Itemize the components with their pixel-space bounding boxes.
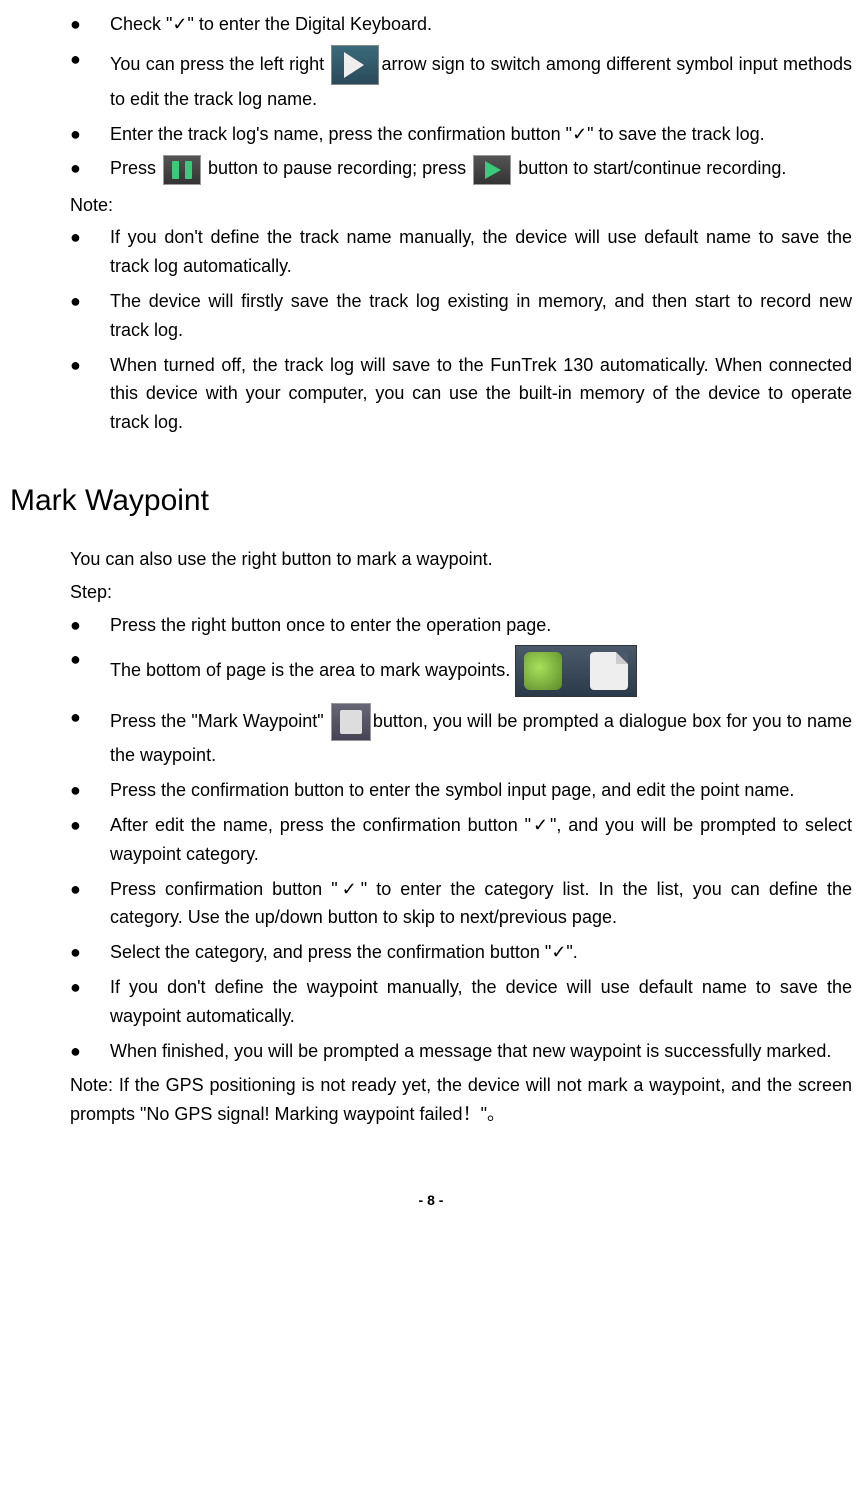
- bullet-default-name: If you don't define the waypoint manuall…: [70, 973, 852, 1031]
- text: After edit the name, press the confirmat…: [110, 815, 531, 835]
- text: Press: [110, 158, 161, 178]
- heading-mark-waypoint: Mark Waypoint: [10, 477, 852, 525]
- text: Press confirmation button ": [110, 879, 338, 899]
- bullet-pause-play: Press button to pause recording; press b…: [70, 154, 852, 184]
- waypoint-bullets: Press the right button once to enter the…: [40, 611, 852, 1066]
- checkmark-icon: ✓: [531, 815, 550, 835]
- waypoint-content: You can also use the right button to mar…: [10, 545, 852, 1129]
- text: " to save the track log.: [587, 124, 764, 144]
- text: " to enter the Digital Keyboard.: [188, 14, 433, 34]
- bullet-symbol-input: Press the confirmation button to enter t…: [70, 776, 852, 805]
- tracklog-bullets: Check "✓" to enter the Digital Keyboard.…: [40, 10, 852, 185]
- bullet-category-list: Press confirmation button "✓" to enter t…: [70, 875, 852, 933]
- text: You can press the left right: [110, 54, 329, 74]
- closing-note: Note: If the GPS positioning is not read…: [40, 1071, 852, 1129]
- intro-text: You can also use the right button to mar…: [40, 545, 852, 574]
- bullet-select-category: Select the category, and press the confi…: [70, 938, 852, 967]
- text: ".: [566, 942, 577, 962]
- bullet-arrow-switch: You can press the left right arrow sign …: [70, 45, 852, 114]
- note-bullet: When turned off, the track log will save…: [70, 351, 852, 437]
- step-label: Step:: [40, 578, 852, 607]
- checkmark-icon: ✓: [551, 942, 566, 962]
- bullet-finished: When finished, you will be prompted a me…: [70, 1037, 852, 1066]
- bullet-save-tracklog: Enter the track log's name, press the co…: [70, 120, 852, 149]
- mark-waypoint-icon: [331, 703, 371, 741]
- document-icon: [590, 652, 628, 690]
- bullet-press-right: Press the right button once to enter the…: [70, 611, 852, 640]
- text: The bottom of page is the area to mark w…: [110, 660, 515, 680]
- bullet-mark-waypoint: Press the "Mark Waypoint" button, you wi…: [70, 703, 852, 770]
- document-page: Check "✓" to enter the Digital Keyboard.…: [0, 0, 862, 1251]
- checkmark-icon: ✓: [572, 124, 587, 144]
- text: button to pause recording; press: [203, 158, 471, 178]
- note-bullet: The device will firstly save the track l…: [70, 287, 852, 345]
- text: Check ": [110, 14, 172, 34]
- text: Select the category, and press the confi…: [110, 942, 551, 962]
- play-icon: [473, 155, 511, 185]
- bullet-after-edit: After edit the name, press the confirmat…: [70, 811, 852, 869]
- bullet-keyboard: Check "✓" to enter the Digital Keyboard.: [70, 10, 852, 39]
- waypoint-pin-icon: [524, 652, 562, 690]
- text: Press the "Mark Waypoint": [110, 711, 329, 731]
- page-number: - 8 -: [10, 1189, 852, 1211]
- checkmark-icon: ✓: [172, 14, 187, 34]
- tracklog-note-bullets: If you don't define the track name manua…: [40, 223, 852, 437]
- note-label: Note:: [40, 191, 852, 220]
- waypoint-strip-icon: [515, 645, 637, 697]
- checkmark-icon: ✓: [338, 879, 361, 899]
- content-area: Check "✓" to enter the Digital Keyboard.…: [10, 10, 852, 437]
- text: button to start/continue recording.: [513, 158, 786, 178]
- text: Enter the track log's name, press the co…: [110, 124, 572, 144]
- note-bullet: If you don't define the track name manua…: [70, 223, 852, 281]
- arrow-right-icon: [331, 45, 379, 85]
- pause-icon: [163, 155, 201, 185]
- bullet-bottom-area: The bottom of page is the area to mark w…: [70, 645, 852, 697]
